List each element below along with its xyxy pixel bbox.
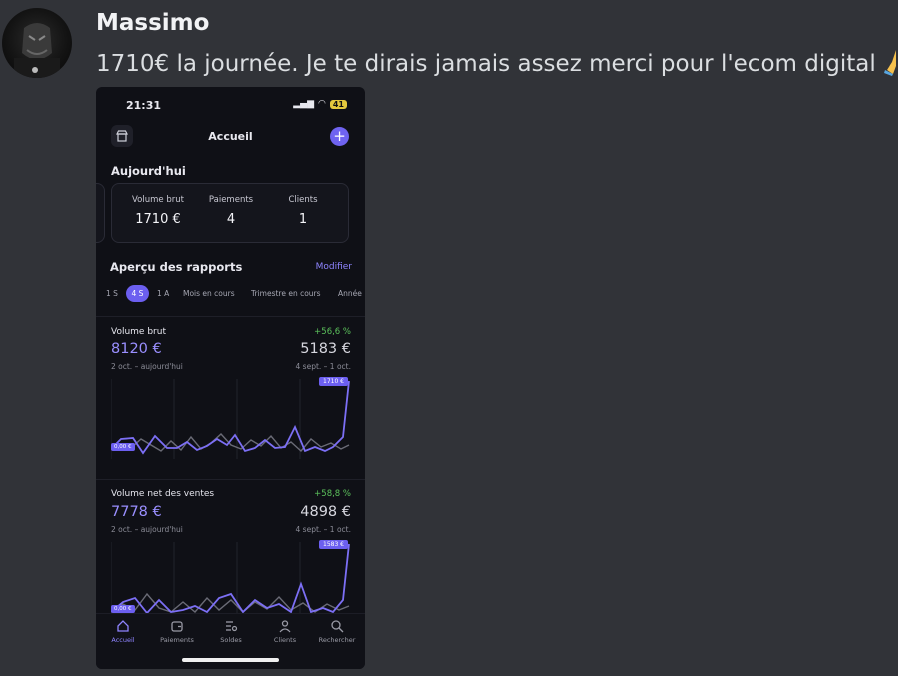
metric-period: 2 oct. – aujourd'hui: [111, 525, 183, 534]
battery-level: 41: [329, 99, 347, 109]
metric-value: 7778 €: [111, 504, 162, 520]
message-text-row: 1710€ la journée. Je te dirais jamais as…: [96, 46, 898, 77]
today-title: Aujourd'hui: [111, 164, 186, 178]
max-value-tooltip: 1583 €: [319, 540, 348, 549]
current-period-line: [111, 543, 350, 613]
tab-label: Paiements: [160, 636, 194, 644]
divider: [96, 316, 365, 317]
growth-badge: +56,6 %: [314, 327, 351, 337]
metric-value: 8120 €: [111, 341, 162, 357]
phone-screenshot[interactable]: 21:31 ▂▄▆ ◠ 41 Accueil + Aujourd'hui Vol…: [96, 87, 365, 669]
net-sales-chart[interactable]: [111, 542, 351, 613]
metric-previous-value: 4898 €: [300, 504, 351, 520]
tab-soldes[interactable]: Soldes: [204, 619, 258, 644]
wallet-icon: [171, 621, 183, 632]
message-author[interactable]: Massimo: [96, 10, 209, 36]
search-icon: [331, 620, 344, 633]
min-value-tooltip: 0,00 €: [111, 443, 135, 451]
stat-value: 4: [226, 212, 236, 227]
stat-value: 1: [298, 212, 308, 227]
tab-4-weeks[interactable]: 4 S: [126, 285, 149, 302]
tab-label: Clients: [273, 636, 297, 644]
wifi-icon: ◠: [318, 99, 326, 109]
modify-link[interactable]: Modifier: [316, 262, 352, 272]
reports-title: Aperçu des rapports: [110, 260, 243, 274]
metric-previous-value: 5183 €: [300, 341, 351, 357]
tab-1-year[interactable]: 1 A: [157, 289, 169, 298]
tab-current-quarter[interactable]: Trimestre en cours: [251, 289, 321, 298]
tab-label: Rechercher: [318, 636, 356, 644]
signal-icon: ▂▄▆: [293, 99, 314, 109]
divider: [96, 479, 365, 480]
tab-paiements[interactable]: Paiements: [150, 619, 204, 644]
previous-period-line: [111, 592, 350, 613]
stat-gross-volume: Volume brut 1710 €: [120, 195, 196, 227]
metric-previous-period: 4 sept. – 1 oct.: [295, 362, 351, 371]
tab-current-month[interactable]: Mois en cours: [183, 289, 235, 298]
tab-label: Soldes: [220, 636, 242, 644]
home-icon: [117, 620, 129, 632]
metric-previous-period: 4 sept. – 1 oct.: [295, 525, 351, 534]
previous-card-edge[interactable]: [96, 183, 105, 243]
stat-payments: Paiements 4: [196, 195, 266, 227]
avatar[interactable]: [2, 8, 72, 78]
tab-label: Accueil: [111, 636, 135, 644]
period-tabs: 1 S 4 S 1 A Mois en cours Trimestre en c…: [96, 285, 365, 305]
tab-1-week[interactable]: 1 S: [106, 289, 118, 298]
metric-name: Volume net des ventes: [111, 489, 215, 499]
message-text: 1710€ la journée. Je te dirais jamais as…: [96, 51, 876, 77]
stat-label: Clients: [288, 195, 318, 205]
metric-name: Volume brut: [111, 327, 166, 337]
person-icon: [279, 620, 291, 633]
tab-rechercher[interactable]: Rechercher: [310, 619, 364, 644]
stat-label: Paiements: [208, 195, 254, 205]
stat-label: Volume brut: [132, 195, 184, 205]
tab-accueil[interactable]: Accueil: [96, 619, 150, 644]
metric-period: 2 oct. – aujourd'hui: [111, 362, 183, 371]
avatar-image: [14, 23, 60, 78]
gross-volume-chart[interactable]: [111, 379, 351, 459]
min-value-tooltip: 0,00 €: [111, 605, 135, 613]
page-title: Accueil: [208, 130, 253, 143]
stat-value: 1710 €: [135, 212, 181, 227]
stat-customers: Clients 1: [272, 195, 334, 227]
balances-icon: [226, 621, 238, 632]
tab-year[interactable]: Année: [338, 289, 362, 298]
home-indicator: [182, 658, 279, 662]
folded-hands-emoji: [883, 50, 898, 76]
growth-badge: +58,8 %: [314, 489, 351, 499]
today-stats-card[interactable]: Volume brut 1710 € Paiements 4 Clients 1: [111, 183, 349, 243]
status-time: 21:31: [126, 99, 162, 112]
add-button[interactable]: +: [330, 127, 349, 146]
status-icons: ▂▄▆ ◠ 41: [293, 99, 347, 109]
max-value-tooltip: 1710 €: [319, 377, 348, 386]
tab-clients[interactable]: Clients: [258, 619, 312, 644]
